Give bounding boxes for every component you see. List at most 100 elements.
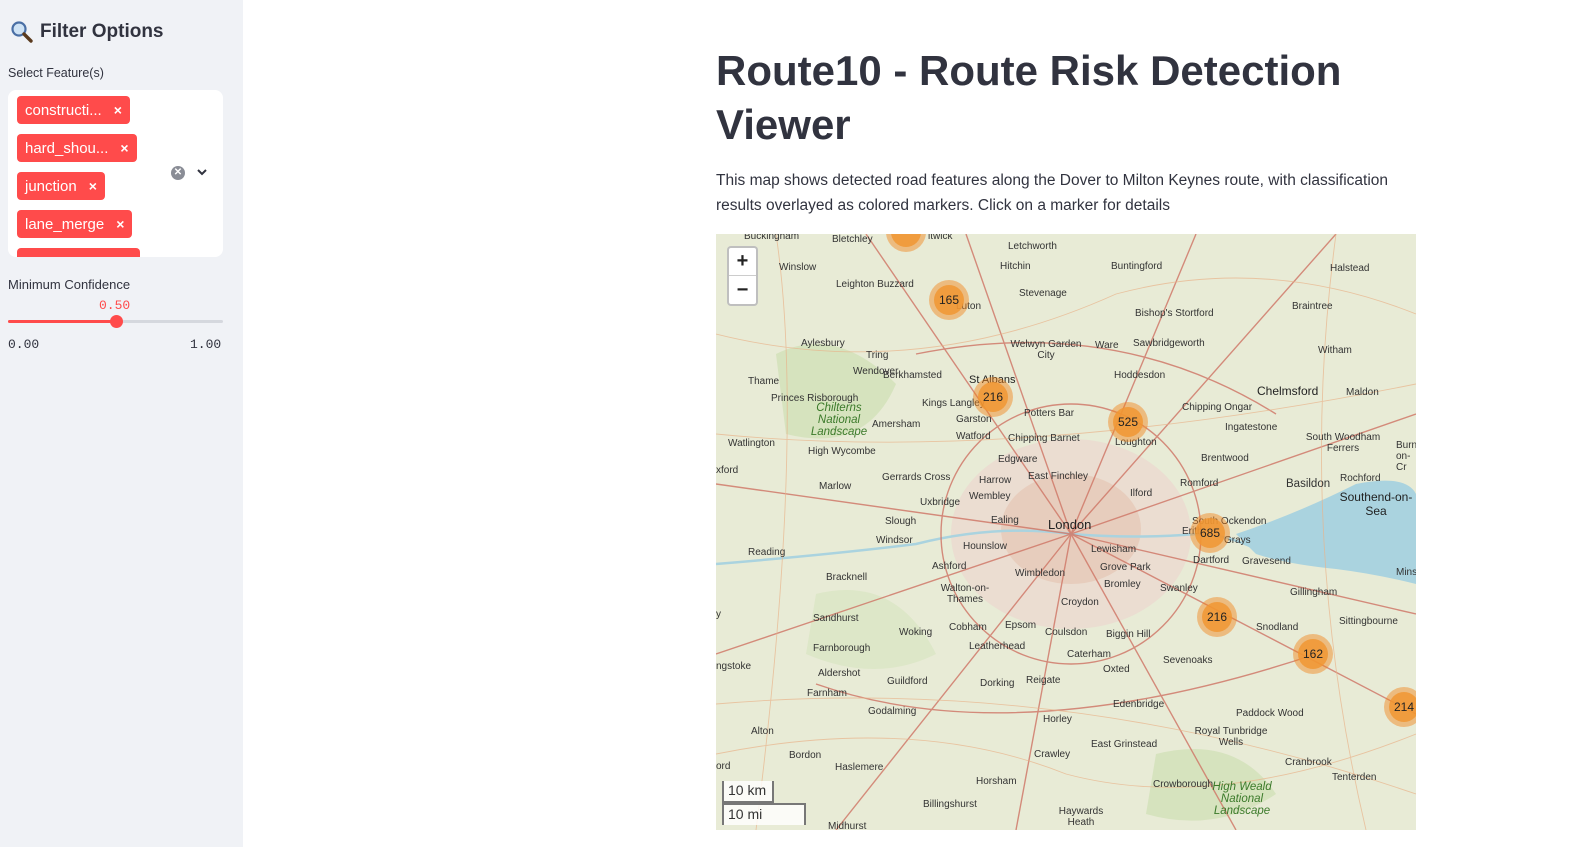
- place-label: Maldon: [1346, 387, 1379, 398]
- place-label: Rochford: [1340, 473, 1381, 484]
- place-label: Tring: [866, 350, 889, 361]
- place-label: Hitchin: [1000, 261, 1031, 272]
- place-label: Windsor: [876, 535, 913, 546]
- place-label: Royal Tunbridge Wells: [1194, 726, 1268, 748]
- place-label: Reading: [748, 547, 786, 558]
- feature-chip[interactable]: hard_shou... ×: [17, 134, 137, 162]
- cluster-marker[interactable]: 162: [1293, 634, 1333, 674]
- place-label: Haywards Heath: [1058, 806, 1104, 828]
- place-label: Woking: [899, 627, 933, 638]
- chip-remove-icon[interactable]: ×: [114, 102, 122, 118]
- cluster-count: 214: [1389, 692, 1416, 722]
- place-label: Buntingford: [1111, 261, 1163, 272]
- place-label: Aylesbury: [801, 338, 845, 349]
- cluster-marker[interactable]: 216: [1197, 597, 1237, 637]
- slider-thumb[interactable]: [109, 315, 123, 328]
- chip-remove-icon[interactable]: ×: [89, 178, 97, 194]
- chevron-down-icon[interactable]: [196, 166, 208, 178]
- magnifier-icon: [11, 21, 33, 43]
- place-label: Witham: [1318, 345, 1352, 356]
- place-label: Oxted: [1103, 664, 1130, 675]
- place-label: Sevenoaks: [1163, 655, 1213, 666]
- chip-remove-icon[interactable]: ×: [120, 140, 128, 156]
- cluster-marker[interactable]: 214: [1384, 687, 1416, 727]
- place-label: Billingshurst: [923, 799, 977, 810]
- place-label: Watlington: [728, 438, 775, 449]
- place-label: Leatherhead: [969, 641, 1026, 652]
- scale-mi: 10 mi: [722, 803, 806, 825]
- cluster-count: 216: [978, 382, 1008, 412]
- place-label: ngstoke: [716, 661, 752, 672]
- place-label: Epsom: [1005, 620, 1037, 631]
- place-label: Chelmsford: [1257, 384, 1319, 398]
- feature-select-label: Select Feature(s): [8, 66, 104, 80]
- place-label: Midhurst: [828, 821, 867, 830]
- place-label: Gillingham: [1290, 587, 1338, 598]
- place-label: y: [716, 609, 721, 620]
- feature-chip[interactable]: constructi... ×: [17, 96, 130, 124]
- place-label-park: High Weald National Landscape: [1212, 781, 1272, 817]
- place-label: Ealing: [991, 515, 1019, 526]
- place-label: Bletchley: [832, 234, 873, 245]
- sidebar-title-text: Filter Options: [40, 21, 164, 42]
- page-title: Route10 - Route Risk Detection Viewer: [716, 47, 1342, 148]
- place-label: Watford: [956, 431, 991, 442]
- map-view[interactable]: + − Buckingham Bletchley itwick Letchwor…: [716, 234, 1416, 830]
- place-label: Edenbridge: [1113, 699, 1165, 710]
- sidebar: Filter Options Select Feature(s) constru…: [0, 0, 243, 847]
- feature-chip[interactable]: junction ×: [17, 172, 105, 200]
- place-label: Cranbrook: [1285, 757, 1332, 768]
- cluster-marker[interactable]: 525: [1108, 402, 1148, 442]
- place-label: Chipping Barnet: [1008, 433, 1080, 444]
- place-label: Buckingham: [744, 234, 800, 242]
- place-label: Dartford: [1193, 555, 1230, 566]
- place-label: Haslemere: [835, 762, 884, 773]
- place-label: Godalming: [868, 706, 917, 717]
- page-description: This map shows detected road features al…: [716, 172, 1389, 214]
- place-label: Aldershot: [818, 668, 861, 679]
- place-label: Lewisham: [1091, 544, 1137, 555]
- place-label: Mins: [1396, 567, 1416, 578]
- place-label: East Finchley: [1028, 471, 1089, 482]
- place-label: Wimbledon: [1015, 568, 1066, 579]
- place-label: Romford: [1180, 478, 1219, 489]
- place-label: Horsham: [976, 776, 1017, 787]
- place-label: Brentwood: [1201, 453, 1249, 464]
- confidence-slider[interactable]: [8, 315, 223, 328]
- place-label: Gravesend: [1242, 556, 1291, 567]
- clear-all-icon[interactable]: ✕: [171, 166, 185, 180]
- feature-multiselect[interactable]: constructi... × hard_shou... × junction …: [8, 90, 223, 257]
- place-label: itwick: [928, 234, 953, 242]
- zoom-in-button[interactable]: +: [729, 248, 756, 276]
- place-label: Sandhurst: [813, 613, 859, 624]
- place-label: Sawbridgeworth: [1133, 338, 1205, 349]
- place-label: Braintree: [1292, 301, 1333, 312]
- place-label: Snodland: [1256, 622, 1299, 633]
- cluster-marker[interactable]: 165: [929, 280, 969, 320]
- cluster-marker[interactable]: 216: [973, 377, 1013, 417]
- place-label: London: [1048, 517, 1092, 532]
- place-label: Cobham: [949, 622, 987, 633]
- place-label: Halstead: [1330, 263, 1370, 274]
- place-label: South Woodham Ferrers: [1305, 432, 1381, 454]
- place-label: Hounslow: [963, 541, 1007, 552]
- cluster-count: 685: [1195, 518, 1225, 548]
- place-label: Caterham: [1067, 649, 1111, 660]
- place-label: Leighton Buzzard: [836, 279, 914, 290]
- cluster-count: 162: [1298, 639, 1328, 669]
- place-label: Croydon: [1061, 597, 1099, 608]
- chip-label: junction: [25, 177, 77, 195]
- cluster-marker[interactable]: 685: [1190, 513, 1230, 553]
- place-label: Potters Bar: [1024, 408, 1075, 419]
- place-label: Grove Park: [1100, 562, 1151, 573]
- feature-chip[interactable]: lane_merge ×: [17, 210, 133, 238]
- place-label: Sittingbourne: [1339, 616, 1398, 627]
- slider-max: 1.00: [190, 337, 222, 352]
- cluster-count: 525: [1113, 407, 1143, 437]
- chip-remove-icon[interactable]: ×: [116, 216, 124, 232]
- place-label: Uxbridge: [920, 497, 961, 508]
- place-label: Wembley: [969, 491, 1011, 502]
- zoom-out-button[interactable]: −: [729, 276, 756, 304]
- place-label: Chipping Ongar: [1182, 402, 1253, 413]
- feature-chip-partial[interactable]: [17, 248, 140, 257]
